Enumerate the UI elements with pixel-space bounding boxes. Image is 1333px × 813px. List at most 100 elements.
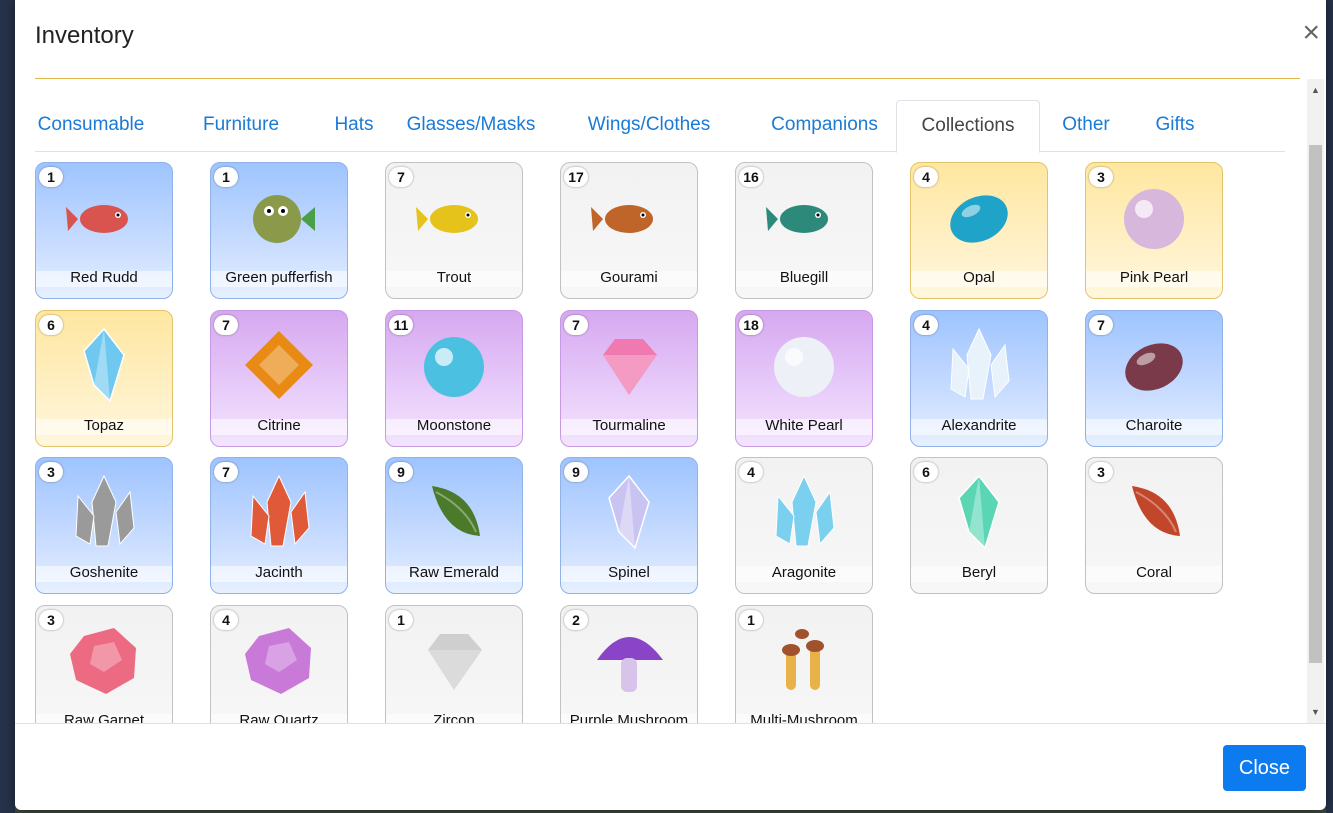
leaf-gem-icon [414, 472, 494, 552]
inventory-item[interactable]: 9 Spinel [560, 457, 698, 594]
item-name: Pink Pearl [1119, 269, 1189, 286]
item-count-badge: 4 [914, 167, 938, 187]
gem-cut-icon [414, 620, 494, 700]
inventory-item[interactable]: 7 Tourmaline [560, 309, 698, 447]
inventory-item[interactable]: 17 Gourami [560, 162, 698, 299]
item-name: Alexandrite [941, 416, 1017, 434]
inventory-item[interactable]: 2 Purple Mushroom [560, 604, 698, 724]
item-count-badge: 18 [739, 314, 763, 335]
rough-gem-icon [239, 620, 319, 700]
item-count-badge: 4 [214, 609, 238, 630]
tab-other[interactable]: Other [1038, 100, 1134, 150]
crystal-icon [939, 472, 1019, 552]
item-name: Raw Emerald [408, 564, 500, 581]
item-name: Charoite [1125, 416, 1183, 434]
item-name: Opal [963, 269, 995, 286]
inventory-item[interactable]: 7 Jacinth [210, 457, 348, 594]
item-count-badge: 1 [389, 609, 413, 630]
tab-collections[interactable]: Collections [896, 100, 1040, 153]
inventory-item[interactable]: 3 Raw Garnet [35, 604, 173, 724]
inventory-item[interactable]: 6 Beryl [910, 457, 1048, 594]
crystal-icon [589, 472, 669, 552]
inventory-item[interactable]: 6 Topaz [35, 309, 173, 447]
item-count-badge: 3 [1089, 462, 1113, 482]
inventory-item[interactable]: 18 White Pearl [735, 309, 873, 447]
inventory-item[interactable]: 9 Raw Emerald [385, 457, 523, 594]
scrollbar-thumb[interactable] [1309, 145, 1322, 663]
fish-icon [64, 177, 144, 257]
item-count-badge: 1 [739, 609, 763, 630]
pearl-icon [414, 325, 494, 405]
tab-consumable[interactable]: Consumable [35, 100, 147, 150]
item-count-badge: 6 [39, 314, 63, 335]
inventory-item[interactable]: 1 Zircon [385, 604, 523, 724]
pufferfish-icon [239, 177, 319, 257]
item-name: Trout [436, 269, 472, 286]
inventory-item[interactable]: 4 Alexandrite [910, 309, 1048, 447]
item-name: Raw Quartz [239, 711, 319, 724]
tab-companions[interactable]: Companions [746, 100, 903, 150]
inventory-item[interactable]: 3 Coral [1085, 457, 1223, 594]
item-name: Red Rudd [70, 269, 138, 286]
item-count-badge: 6 [914, 462, 938, 482]
item-count-badge: 3 [1089, 167, 1113, 187]
inventory-item[interactable]: 16 Bluegill [735, 162, 873, 299]
item-count-badge: 3 [39, 462, 63, 482]
scrollbar[interactable]: ▲ ▼ [1307, 79, 1324, 723]
backdrop-left-edge [0, 0, 15, 813]
item-count-badge: 1 [39, 167, 63, 187]
crystal-cluster-icon [64, 472, 144, 552]
item-name: Raw Garnet [63, 711, 145, 724]
item-name: Green pufferfish [225, 269, 333, 286]
close-icon[interactable]: × [1302, 18, 1320, 48]
item-name: Topaz [83, 416, 125, 434]
item-count-badge: 7 [389, 167, 413, 187]
crystal-icon [64, 325, 144, 405]
item-count-badge: 9 [564, 462, 588, 482]
item-count-badge: 16 [739, 167, 763, 187]
inventory-item[interactable]: 7 Citrine [210, 309, 348, 447]
item-name: Purple Mushroom [569, 711, 689, 724]
inventory-item[interactable]: 1 Green pufferfish [210, 162, 348, 299]
item-name: Moonstone [416, 416, 492, 434]
inventory-item[interactable]: 4 Raw Quartz [210, 604, 348, 724]
inventory-item[interactable]: 3 Pink Pearl [1085, 162, 1223, 299]
mushroom-icon [589, 620, 669, 700]
item-name: Coral [1136, 564, 1172, 581]
tab-hats[interactable]: Hats [311, 100, 397, 150]
tab-glasses-masks[interactable]: Glasses/Masks [396, 100, 546, 150]
inventory-item[interactable]: 1 Red Rudd [35, 162, 173, 299]
inventory-item[interactable]: 1 Multi-Mushroom [735, 604, 873, 723]
inventory-item[interactable]: 7 Trout [385, 162, 523, 299]
scroll-up-arrow-icon[interactable]: ▲ [1311, 85, 1320, 95]
item-count-badge: 7 [1089, 314, 1113, 335]
inventory-item[interactable]: 3 Goshenite [35, 457, 173, 594]
pearl-icon [1114, 177, 1194, 257]
tab-gifts[interactable]: Gifts [1134, 100, 1216, 150]
item-count-badge: 7 [214, 314, 238, 335]
inventory-item[interactable]: 7 Charoite [1085, 309, 1223, 447]
item-name: Jacinth [255, 564, 303, 581]
rough-gem-icon [64, 620, 144, 700]
tab-furniture[interactable]: Furniture [188, 100, 294, 150]
inventory-item[interactable]: 4 Aragonite [735, 457, 873, 594]
gem-oval-icon [939, 177, 1019, 257]
mushroom-cluster-icon [764, 620, 844, 700]
fish-icon [414, 177, 494, 257]
close-button[interactable]: Close [1223, 745, 1306, 791]
modal-body: Consumable Furniture Hats Glasses/Masks Wing… [15, 79, 1326, 723]
gem-square-icon [239, 325, 319, 405]
crystal-cluster-icon [764, 472, 844, 552]
item-name: Bluegill [779, 269, 829, 286]
crystal-cluster-icon [239, 472, 319, 552]
item-name: Tourmaline [592, 416, 666, 434]
item-name: Beryl [961, 564, 997, 581]
scroll-down-arrow-icon[interactable]: ▼ [1311, 707, 1320, 717]
item-name: White Pearl [765, 416, 843, 434]
leaf-gem-icon [1114, 472, 1194, 552]
modal-title: Inventory [35, 22, 134, 49]
inventory-item[interactable]: 11 Moonstone [385, 309, 523, 447]
tab-wings-clothes[interactable]: Wings/Clothes [568, 100, 730, 150]
item-name: Zircon [433, 711, 475, 724]
inventory-item[interactable]: 4 Opal [910, 162, 1048, 299]
